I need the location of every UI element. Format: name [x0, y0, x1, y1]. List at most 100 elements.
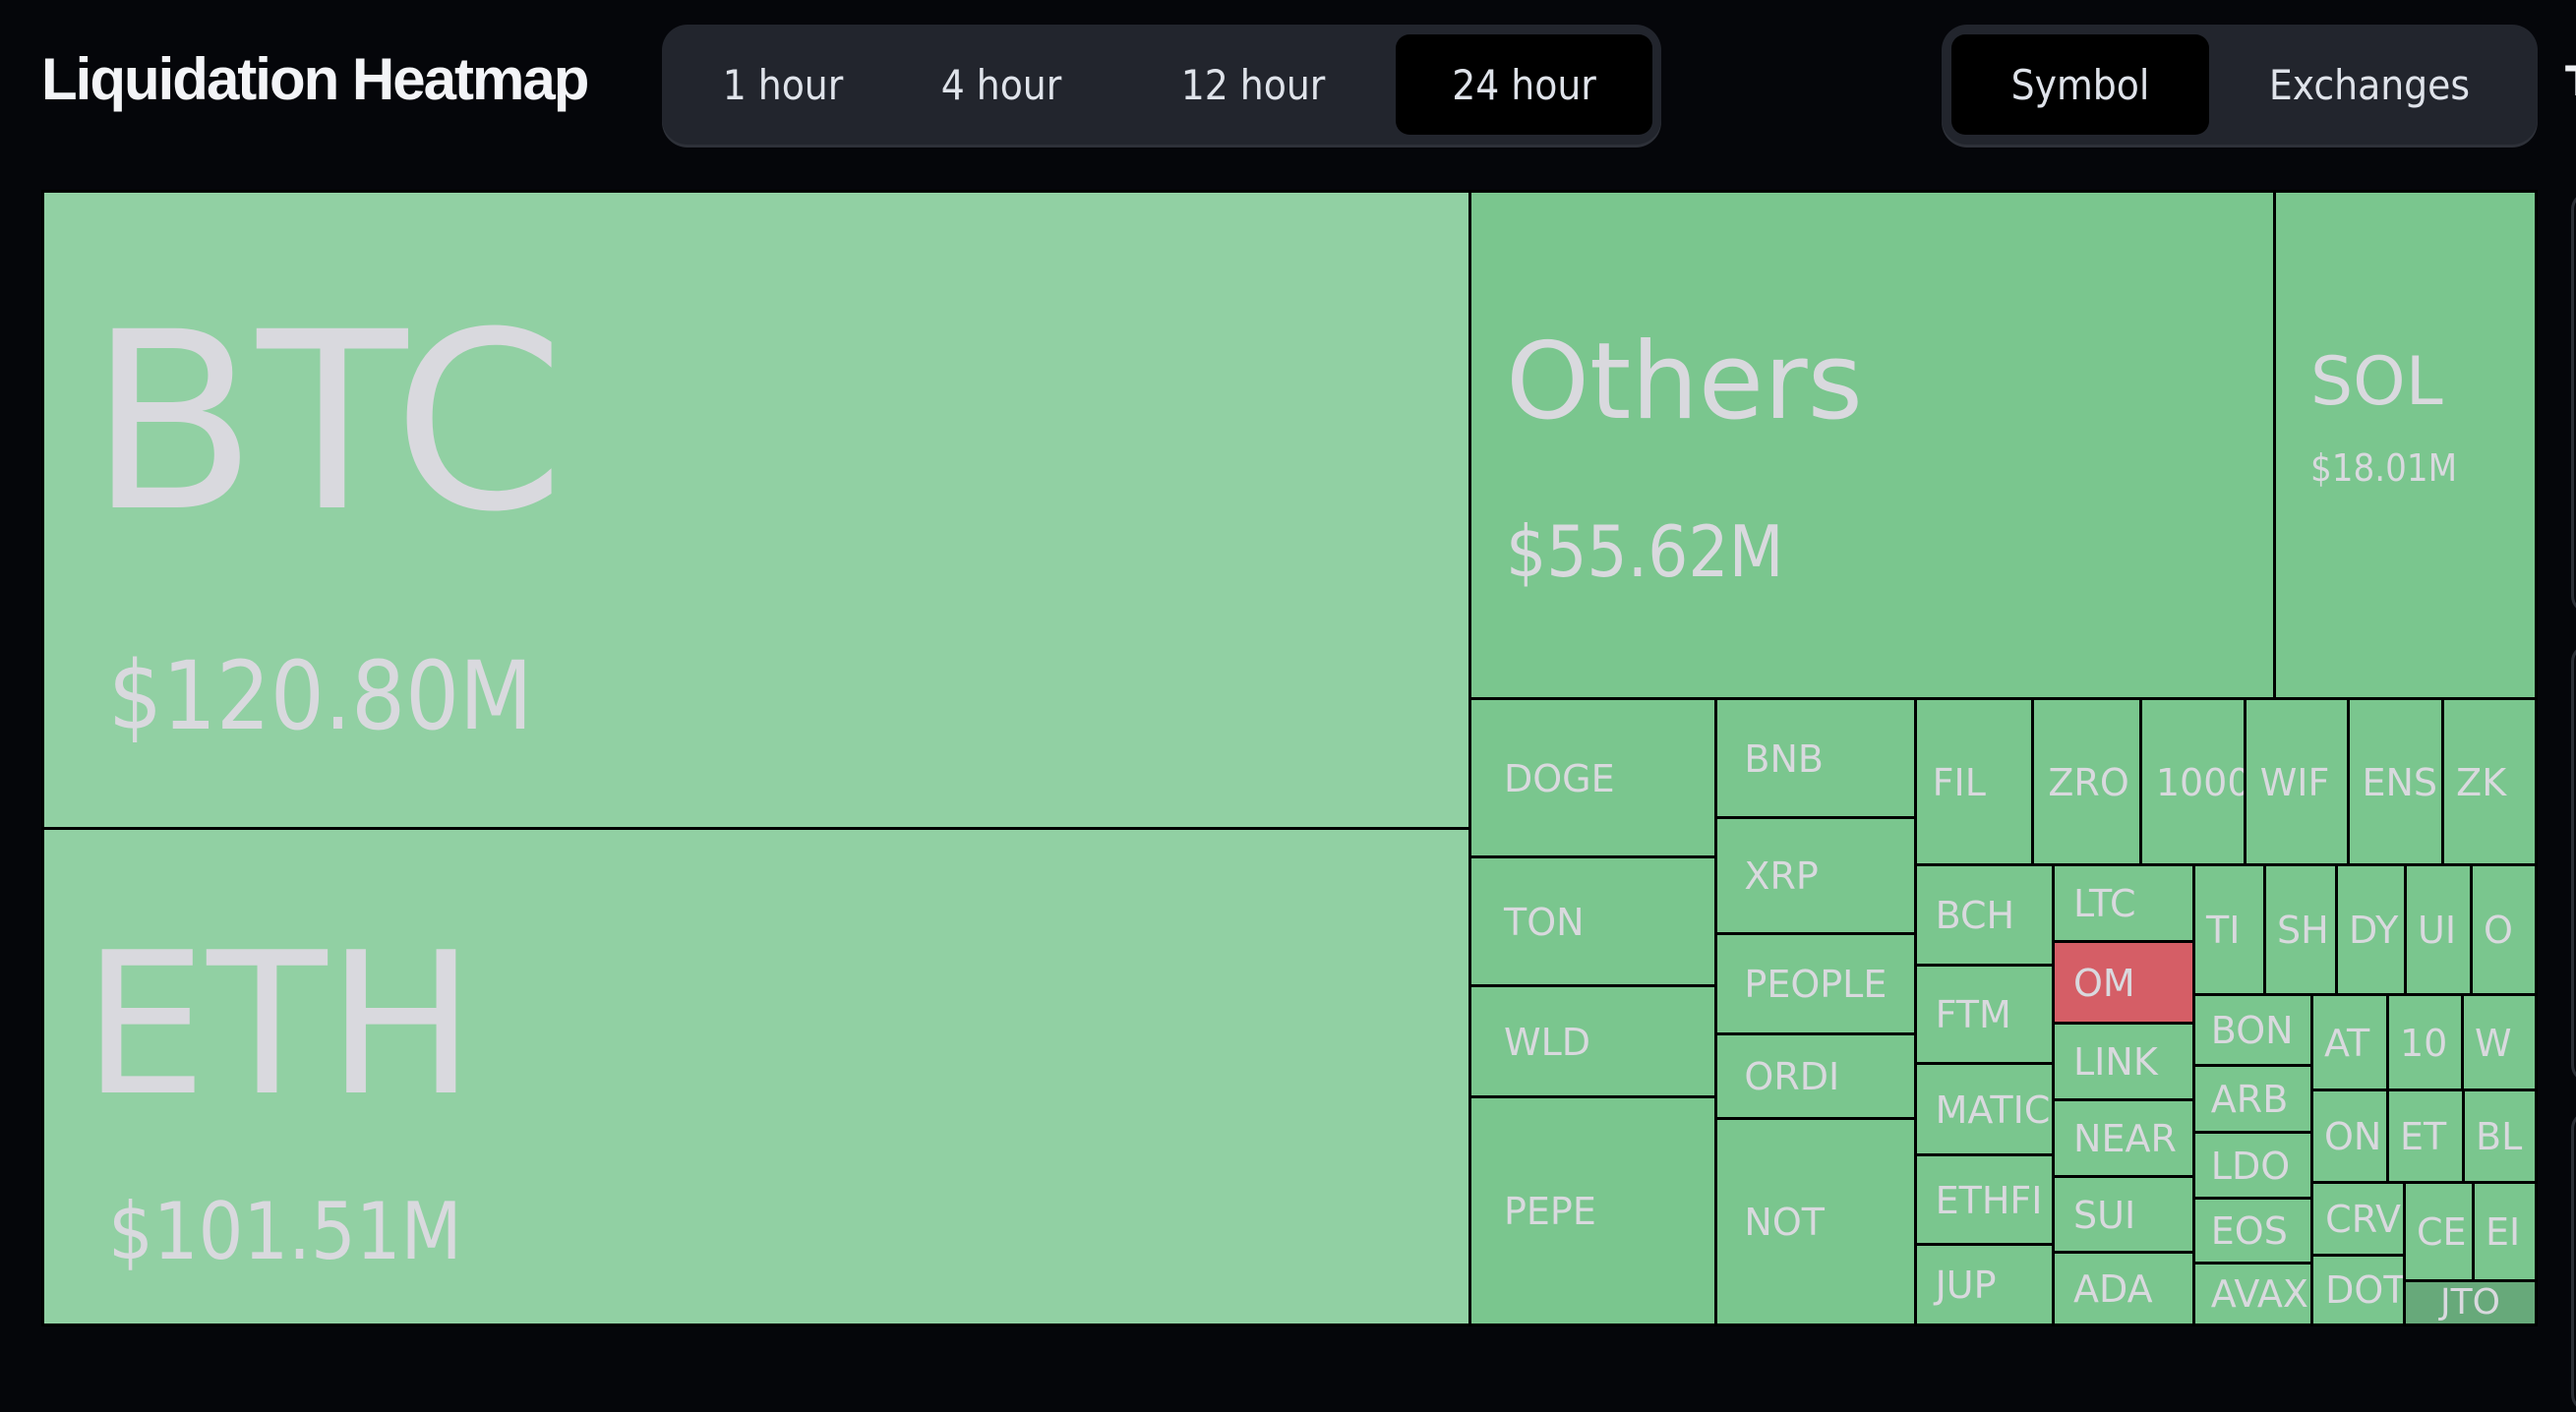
tile-symbol-label: FIL [1932, 760, 1986, 804]
treemap-tile-people[interactable]: PEOPLE [1714, 932, 1918, 1036]
tile-symbol-label: TON [1504, 900, 1585, 944]
tab-1-hour[interactable]: 1 hour [674, 34, 892, 135]
tile-symbol-label: ZK [2456, 760, 2507, 804]
treemap-tile-ton[interactable]: TON [1468, 855, 1718, 988]
tile-symbol-label: XRP [1744, 854, 1819, 898]
tile-symbol-label: TI [2206, 909, 2241, 952]
treemap-tile-link[interactable]: LINK [2052, 1022, 2196, 1102]
treemap-tile-crv[interactable]: CRV [2310, 1181, 2407, 1258]
treemap-tile-zro[interactable]: ZRO [2031, 697, 2143, 867]
treemap-tile-bon[interactable]: BON [2192, 993, 2314, 1068]
tile-symbol-label: ETH [83, 911, 475, 1140]
treemap-tile-wif[interactable]: WIF [2244, 697, 2351, 867]
treemap-tile-sui[interactable]: SUI [2052, 1175, 2196, 1255]
treemap-tile-bl[interactable]: BL [2462, 1088, 2538, 1185]
tile-symbol-label: BL [2476, 1115, 2523, 1158]
tile-symbol-label: ZRO [2048, 760, 2129, 804]
tile-symbol-label: DY [2349, 909, 2399, 952]
treemap-tile-wld[interactable]: WLD [1468, 984, 1718, 1099]
tile-symbol-label: BTC [89, 279, 566, 565]
tile-symbol-label: OM [2073, 961, 2135, 1005]
treemap-tile-o[interactable]: O [2470, 863, 2538, 997]
treemap-tile-near[interactable]: NEAR [2052, 1098, 2196, 1179]
tile-value-label: $101.51M [108, 1186, 462, 1277]
treemap-tile-jup[interactable]: JUP [1914, 1243, 2056, 1326]
treemap-tile-dot[interactable]: DOT [2310, 1254, 2407, 1326]
treemap-tile-et[interactable]: ET [2386, 1088, 2466, 1185]
treemap-tile-bnb[interactable]: BNB [1714, 697, 1918, 820]
treemap-tile-eth[interactable]: ETH $101.51M [41, 827, 1472, 1326]
tile-symbol-label: JUP [1935, 1263, 1997, 1307]
tile-symbol-label: BNB [1744, 736, 1824, 781]
treemap-tile-xrp[interactable]: XRP [1714, 816, 1918, 936]
tile-symbol-label: BON [2210, 1009, 2294, 1052]
tab-symbol[interactable]: Symbol [1951, 34, 2209, 135]
tile-symbol-label: SUI [2073, 1193, 2136, 1237]
treemap-tile-arb[interactable]: ARB [2192, 1064, 2314, 1135]
treemap-tile-matic[interactable]: MATIC [1914, 1062, 2056, 1157]
tile-symbol-label: EOS [2210, 1209, 2288, 1253]
tile-value-label: $120.80M [108, 641, 533, 751]
treemap-tile-at[interactable]: AT [2310, 993, 2390, 1092]
tile-symbol-label: ADA [2073, 1266, 2153, 1311]
tile-symbol-label: NOT [1744, 1200, 1825, 1244]
treemap-tile-ti[interactable]: TI [2192, 863, 2267, 997]
tile-symbol-label: W [2475, 1021, 2512, 1065]
tile-symbol-label: CE [2417, 1210, 2467, 1254]
tile-symbol-label: PEPE [1504, 1189, 1596, 1233]
treemap-tile-ftm[interactable]: FTM [1914, 964, 2056, 1066]
treemap-tile-not[interactable]: NOT [1714, 1117, 1918, 1326]
treemap-tile-dy[interactable]: DY [2335, 863, 2408, 997]
tile-symbol-label: 1000 [2155, 760, 2246, 804]
tile-symbol-label: BCH [1935, 894, 2015, 937]
side-panel-card [2571, 644, 2576, 1083]
tile-symbol-label: CRV [2325, 1198, 2402, 1241]
treemap-tile-bch[interactable]: BCH [1914, 863, 2056, 968]
tile-symbol-label: ETHFI [1935, 1178, 2043, 1222]
treemap-tile-ethfi[interactable]: ETHFI [1914, 1153, 2056, 1247]
tile-symbol-label: FTM [1935, 993, 2011, 1036]
treemap-tile-ltc[interactable]: LTC [2052, 863, 2196, 944]
treemap-tile-btc[interactable]: BTC $120.80M [41, 190, 1472, 831]
tile-symbol-label: EI [2486, 1210, 2521, 1254]
tile-symbol-label: WIF [2259, 760, 2330, 804]
tile-symbol-label: DOT [2325, 1268, 2405, 1312]
tile-value-label: $18.01M [2310, 446, 2458, 490]
treemap-tile-pepe[interactable]: PEPE [1468, 1095, 1718, 1326]
tile-symbol-label: DOGE [1504, 756, 1615, 800]
treemap-tile-om[interactable]: OM [2052, 940, 2196, 1026]
treemap-tile-ada[interactable]: ADA [2052, 1251, 2196, 1326]
treemap-tile-jto[interactable]: JTO [2403, 1279, 2538, 1326]
tile-symbol-label: Others [1506, 321, 1863, 443]
treemap-tile-others[interactable]: Others $55.62M [1468, 190, 2277, 701]
tile-symbol-label: WLD [1504, 1020, 1591, 1064]
time-range-tabs: 1 hour 4 hour 12 hour 24 hour [662, 25, 1661, 145]
tile-symbol-label: UI [2418, 909, 2457, 952]
tab-24-hour[interactable]: 24 hour [1396, 34, 1652, 135]
treemap-tile-fil[interactable]: FIL [1914, 697, 2035, 867]
treemap-tile-on[interactable]: ON [2310, 1088, 2390, 1185]
treemap-tile-10[interactable]: 10 [2386, 993, 2465, 1092]
treemap-tile-zk[interactable]: ZK [2441, 697, 2538, 867]
treemap-tile-avax[interactable]: AVAX [2192, 1262, 2314, 1326]
page-title: Liquidation Heatmap [41, 46, 589, 112]
treemap-tile-sol[interactable]: SOL $18.01M [2273, 190, 2538, 701]
tile-symbol-label: NEAR [2073, 1117, 2177, 1160]
treemap-tile-ui[interactable]: UI [2404, 863, 2474, 997]
treemap-tile-ens[interactable]: ENS [2347, 697, 2445, 867]
treemap-tile-ldo[interactable]: LDO [2192, 1131, 2314, 1201]
treemap-tile-ei[interactable]: EI [2472, 1181, 2538, 1283]
treemap-tile-ordi[interactable]: ORDI [1714, 1032, 1918, 1121]
tab-exchanges[interactable]: Exchanges [2209, 34, 2530, 135]
tab-4-hour[interactable]: 4 hour [892, 34, 1110, 135]
treemap-tile-doge[interactable]: DOGE [1468, 697, 1718, 859]
treemap-tile-ce[interactable]: CE [2403, 1181, 2476, 1283]
treemap-tile-sh[interactable]: SH [2263, 863, 2339, 997]
tile-symbol-label: MATIC [1935, 1088, 2051, 1132]
tile-symbol-label: O [2484, 909, 2513, 952]
tile-symbol-label: 10 [2400, 1021, 2448, 1065]
treemap-tile-w[interactable]: W [2461, 993, 2538, 1092]
treemap-tile-1000[interactable]: 1000 [2139, 697, 2247, 867]
treemap-tile-eos[interactable]: EOS [2192, 1197, 2314, 1265]
tab-12-hour[interactable]: 12 hour [1110, 34, 1396, 135]
